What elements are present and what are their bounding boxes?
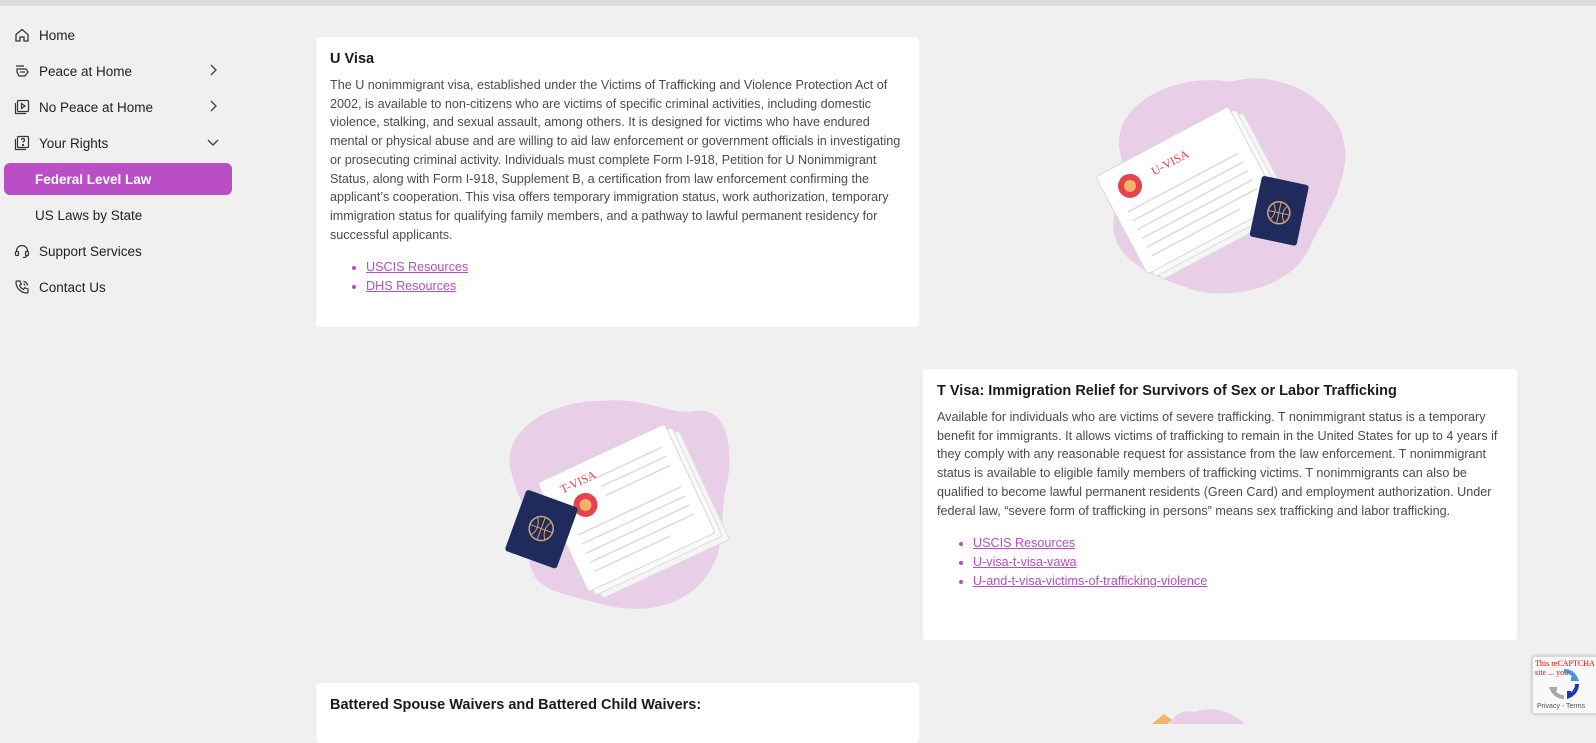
list-item: U-visa-t-visa-vawa [973,553,1503,572]
sidebar-item-label: Contact Us [39,279,106,295]
sidebar-item-federal-level-law[interactable]: Federal Level Law [4,163,232,195]
uscis-resources-link[interactable]: USCIS Resources [973,536,1075,550]
peace-icon [14,63,30,79]
home-icon [14,27,30,43]
sidebar-item-support-services[interactable]: Support Services [4,235,232,267]
recaptcha-icon [1548,669,1580,700]
u-visa-card: U Visa The U nonimmigrant visa, establis… [316,37,919,327]
list-item: DHS Resources [366,277,905,296]
t-visa-card: T Visa: Immigration Relief for Survivors… [923,369,1517,640]
card-title: U Visa [330,51,375,67]
card-title: T Visa: Immigration Relief for Survivors… [937,383,1397,399]
sidebar: Home Peace at Home No Peace at Home Your… [0,19,236,307]
u-visa-t-visa-vawa-link[interactable]: U-visa-t-visa-vawa [973,555,1077,569]
trafficking-violence-link[interactable]: U-and-t-visa-victims-of-trafficking-viol… [973,574,1207,588]
media-icon [14,99,30,115]
sidebar-item-label: US Laws by State [35,207,143,223]
partial-illustration [1152,709,1245,724]
list-item: U-and-t-visa-victims-of-trafficking-viol… [973,572,1503,591]
uscis-resources-link[interactable]: USCIS Resources [366,260,468,274]
sidebar-item-label: Peace at Home [39,63,133,79]
rights-icon [14,135,30,151]
battered-waivers-card: Battered Spouse Waivers and Battered Chi… [316,683,919,743]
chevron-right-icon[interactable] [206,63,220,77]
sidebar-item-us-laws-by-state[interactable]: US Laws by State [4,199,232,231]
list-item: USCIS Resources [366,258,905,277]
phone-icon [14,279,30,295]
chevron-right-icon[interactable] [206,99,220,113]
sidebar-item-label: Support Services [39,243,142,259]
sidebar-item-label: Your Rights [39,135,109,151]
card-body: Available for individuals who are victim… [937,410,1498,518]
sidebar-item-label: Federal Level Law [35,171,152,187]
sidebar-item-your-rights[interactable]: Your Rights [4,127,232,159]
resource-links: USCIS Resources DHS Resources [330,258,905,295]
recaptcha-badge[interactable]: This reCAPTCHA site ... you a Privacy - … [1532,656,1596,714]
top-border [0,0,1596,6]
recaptcha-terms[interactable]: Privacy - Terms [1537,703,1585,710]
sidebar-item-contact-us[interactable]: Contact Us [4,271,232,303]
t-visa-illustration: T-VISA [505,400,730,609]
sidebar-item-label: Home [39,27,76,43]
resource-links: USCIS Resources U-visa-t-visa-vawa U-and… [937,534,1503,590]
sidebar-item-peace-at-home[interactable]: Peace at Home [4,55,232,87]
dhs-resources-link[interactable]: DHS Resources [366,279,456,293]
sidebar-item-home[interactable]: Home [4,19,232,51]
sidebar-item-no-peace-at-home[interactable]: No Peace at Home [4,91,232,123]
sidebar-item-label: No Peace at Home [39,99,154,115]
card-title: Battered Spouse Waivers and Battered Chi… [330,697,702,713]
chevron-down-icon[interactable] [206,135,220,149]
u-visa-illustration: U-VISA [1096,78,1346,294]
card-body: The U nonimmigrant visa, established und… [330,78,901,242]
list-item: USCIS Resources [973,534,1503,553]
headset-icon [14,243,30,259]
